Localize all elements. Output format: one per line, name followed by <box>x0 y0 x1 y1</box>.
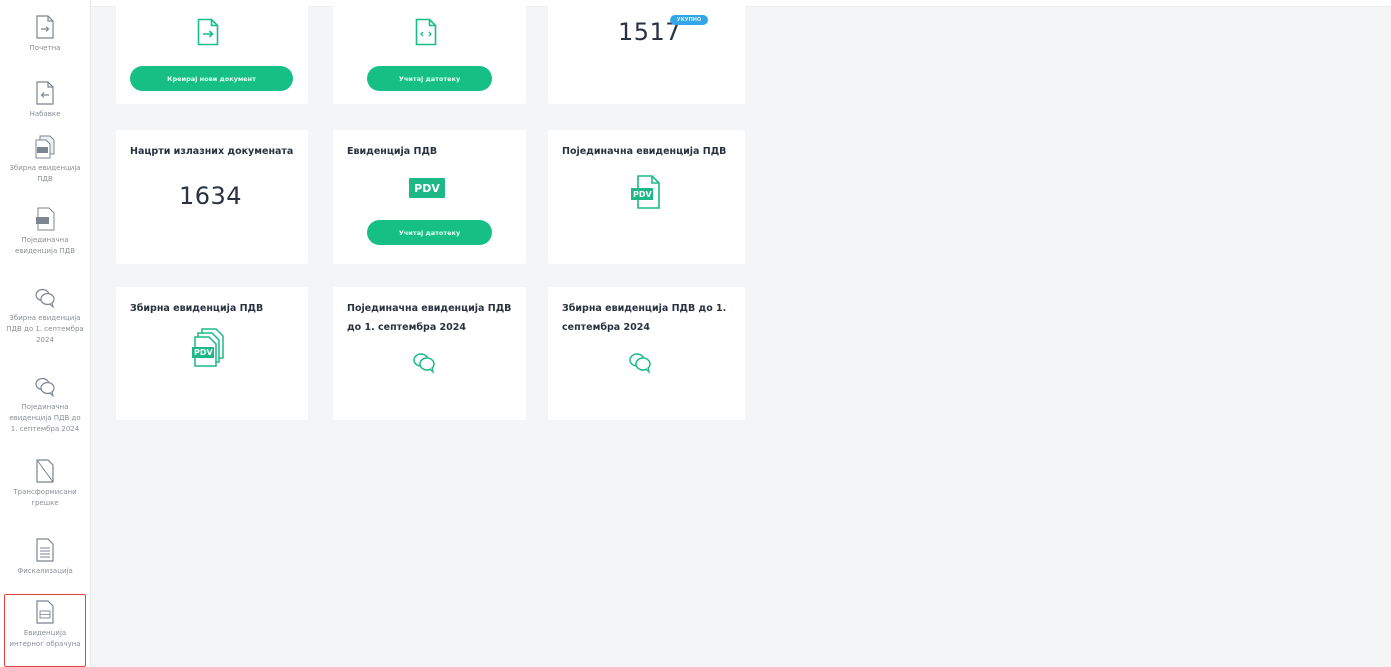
chat-bubbles-icon <box>628 350 652 378</box>
sidebar-item-interni-obracun[interactable]: Евиденција интерног обрачуна <box>4 594 86 667</box>
sidebar-item-label: Појединачна евиденција ПДВ <box>14 236 75 255</box>
status-badge: УКУПНО <box>670 15 708 25</box>
pdv-stack-icon <box>34 134 56 160</box>
card-title: Евиденција ПДВ <box>347 146 438 157</box>
pdv-label: PDV <box>194 348 213 357</box>
sidebar-item-label: Фискализација <box>17 567 73 575</box>
sidebar-item-nabavke[interactable]: Набавке <box>4 80 86 120</box>
document-lines-icon <box>34 537 56 563</box>
sidebar-item-label: Збирна евиденција ПДВ до 1. септембра 20… <box>6 314 84 344</box>
card-pojedinacna-do-sept[interactable]: Појединачна евиденција ПДВ до 1. септемб… <box>333 287 526 420</box>
sidebar-item-label: Евиденција интерног обрачуна <box>9 629 81 648</box>
sidebar-item-transformisani[interactable]: Трансформисани грешке <box>4 458 86 509</box>
sidebar-item-label: Појединачна евиденција ПДВ до 1. септемб… <box>9 403 81 433</box>
upload-file-button[interactable]: Учитај датотеку <box>367 220 492 245</box>
create-document-button[interactable]: Креирај нови документ <box>130 66 293 91</box>
card-total-count: 1517 УКУПНО <box>548 0 745 104</box>
pdv-badge: PDV <box>409 178 445 198</box>
sidebar-item-label: Почетна <box>29 44 61 52</box>
sidebar-item-pocetna[interactable]: Почетна <box>4 14 86 54</box>
pdv-stack-icon: PDV <box>190 327 230 367</box>
file-arrow-right-icon <box>34 14 56 40</box>
card-title: Нацрти излазних докумената <box>130 146 294 157</box>
file-slash-icon <box>34 458 56 484</box>
file-arrow-right-icon <box>197 18 219 50</box>
file-arrow-left-icon <box>34 80 56 106</box>
sidebar-item-pojedinacna-do-sept[interactable]: Појединачна евиденција ПДВ до 1. септемб… <box>4 373 86 435</box>
sidebar-item-label: Збирна евиденција ПДВ <box>9 164 81 183</box>
card-new-document: Креирај нови документ <box>116 0 308 104</box>
card-evidencija-pdv[interactable]: Евиденција ПДВ PDV Учитај датотеку <box>333 130 526 264</box>
sidebar-item-label: Набавке <box>29 110 61 118</box>
card-zbirna-do-sept[interactable]: Збирна евиденција ПДВ до 1. септембра 20… <box>548 287 745 420</box>
card-zbirna-pdv[interactable]: Збирна евиденција ПДВ PDV <box>116 287 308 420</box>
drafts-count-number: 1634 <box>179 182 243 210</box>
card-drafts[interactable]: Нацрти излазних докумената 1634 <box>116 130 308 264</box>
card-title: Збирна евиденција ПДВ <box>130 303 264 314</box>
document-lines-icon <box>34 599 56 625</box>
card-title: Појединачна евиденција ПДВ до 1. септемб… <box>347 303 512 333</box>
pdv-label: PDV <box>633 190 652 199</box>
sidebar-item-zbirna-pdv[interactable]: Збирна евиденција ПДВ <box>4 134 86 185</box>
file-code-icon <box>415 18 437 50</box>
chat-bubbles-icon <box>34 284 56 310</box>
pdv-file-icon: PDV <box>628 174 664 210</box>
sidebar-item-fiskalizacija[interactable]: Фискализација <box>4 537 86 577</box>
chat-bubbles-icon <box>412 350 436 378</box>
card-title: Збирна евиденција ПДВ до 1. септембра 20… <box>562 303 727 333</box>
sidebar-item-pojedinacna-pdv[interactable]: Појединачна евиденција ПДВ <box>4 206 86 257</box>
upload-file-button[interactable]: Учитај датотеку <box>367 66 492 91</box>
sidebar-item-label: Трансформисани грешке <box>13 488 77 507</box>
sidebar-item-zbirna-do-sept[interactable]: Збирна евиденција ПДВ до 1. септембра 20… <box>4 284 86 346</box>
pdv-file-icon <box>34 206 56 232</box>
sidebar: Почетна Набавке Збирна евиденција ПДВ По… <box>0 0 91 667</box>
chat-bubbles-icon <box>34 373 56 399</box>
card-pojedinacna-pdv[interactable]: Појединачна евиденција ПДВ PDV <box>548 130 745 264</box>
card-upload-file: Учитај датотеку <box>333 0 526 104</box>
card-title: Појединачна евиденција ПДВ <box>562 146 727 157</box>
